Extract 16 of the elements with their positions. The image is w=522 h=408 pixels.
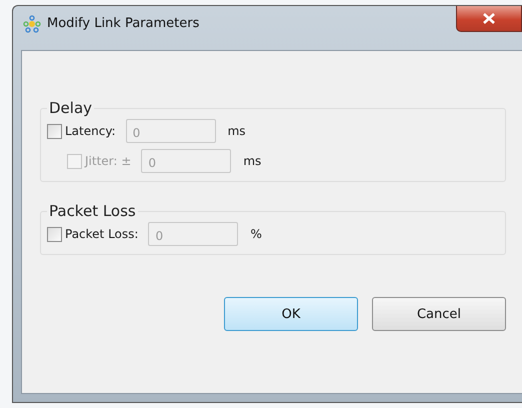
checkbox-label: Latency: bbox=[65, 124, 116, 138]
unit-label: % bbox=[250, 227, 262, 241]
checkbox-label: Jitter: ± bbox=[85, 154, 132, 168]
checkbox-label: Packet Loss: bbox=[65, 227, 138, 241]
network-nodes-icon bbox=[23, 15, 41, 33]
window-title: Modify Link Parameters bbox=[47, 16, 200, 31]
group-title: Packet Loss bbox=[48, 202, 137, 220]
close-button[interactable] bbox=[456, 6, 522, 32]
close-icon bbox=[483, 13, 495, 24]
cancel-button[interactable]: Cancel bbox=[372, 297, 506, 331]
ok-button[interactable]: OK bbox=[224, 297, 358, 331]
checkbox[interactable] bbox=[47, 226, 62, 242]
checkbox[interactable] bbox=[47, 124, 62, 138]
unit-label: ms bbox=[243, 154, 262, 168]
unit-label: ms bbox=[228, 124, 246, 138]
group-title: Delay bbox=[48, 99, 94, 117]
